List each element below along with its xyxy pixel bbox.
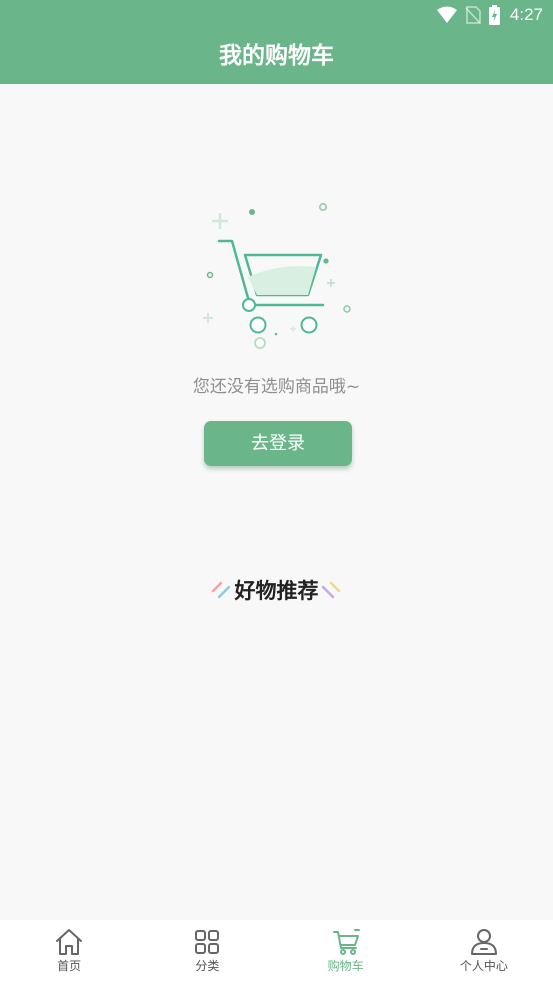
no-sim-icon <box>465 6 481 24</box>
status-time: 4:27 <box>509 5 543 24</box>
tab-category[interactable]: 分类 <box>138 920 276 983</box>
page-title: 我的购物车 <box>219 43 334 69</box>
cart-icon <box>332 929 360 955</box>
tab-profile[interactable]: 个人中心 <box>415 920 553 983</box>
battery-charging-icon <box>488 5 500 25</box>
profile-icon <box>470 929 497 955</box>
login-button[interactable]: 去登录 <box>204 421 352 466</box>
decor-stripes-right-icon <box>321 581 340 599</box>
home-icon <box>56 929 83 955</box>
tab-label-profile: 个人中心 <box>459 959 508 973</box>
tab-label-home: 首页 <box>57 959 82 973</box>
bottom-tab-bar: 首页 分类 购物车 个人中心 <box>0 920 553 983</box>
empty-cart-illustration <box>203 203 351 349</box>
tab-label-category: 分类 <box>195 959 220 973</box>
tab-cart[interactable]: 购物车 <box>277 920 415 983</box>
status-icons: 4:27 <box>436 3 543 27</box>
recommend-header: 好物推荐 <box>0 574 553 606</box>
tab-home[interactable]: 首页 <box>0 920 138 983</box>
decor-stripes-left-icon <box>211 581 230 599</box>
tab-label-cart: 购物车 <box>327 959 364 973</box>
empty-cart-message: 您还没有选购商品哦~ <box>192 377 361 397</box>
status-bar: 4:27 <box>0 0 553 30</box>
recommend-title: 好物推荐 <box>234 579 319 603</box>
app-header: 4:27 我的购物车 <box>0 0 553 84</box>
wifi-icon <box>436 6 457 23</box>
category-grid-icon <box>195 930 220 954</box>
